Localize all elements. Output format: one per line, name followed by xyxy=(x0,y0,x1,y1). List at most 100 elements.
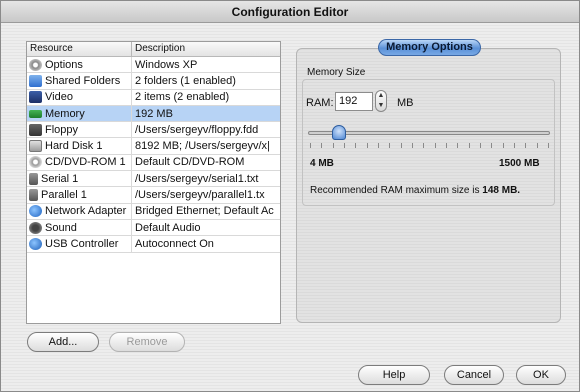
gear-icon xyxy=(29,58,42,71)
slider-tick xyxy=(480,143,481,148)
resource-name: Options xyxy=(45,58,83,71)
table-row[interactable]: Serial 1/Users/sergeyv/serial1.txt xyxy=(27,171,280,188)
slider-min-label: 4 MB xyxy=(310,158,334,169)
slider-tick xyxy=(423,143,425,148)
remove-button[interactable]: Remove xyxy=(109,332,185,352)
memory-size-title: Memory Size xyxy=(307,67,366,78)
stepper-up-icon[interactable]: ▲ xyxy=(376,91,386,101)
video-icon xyxy=(29,91,42,104)
resource-name: Serial 1 xyxy=(41,172,79,185)
table-row[interactable]: Video 2 items (2 enabled) xyxy=(27,89,280,106)
help-button[interactable]: Help xyxy=(358,365,430,385)
column-header-resource[interactable]: Resource xyxy=(27,42,132,56)
resource-cell: Hard Disk 1 xyxy=(27,138,132,154)
resource-name: Floppy xyxy=(45,123,79,136)
recommended-ram-text: Recommended RAM maximum size is 148 MB. xyxy=(310,185,520,196)
ok-button[interactable]: OK xyxy=(516,365,566,385)
resource-name: Sound xyxy=(45,221,77,234)
description-cell: /Users/sergeyv/parallel1.tx xyxy=(135,189,265,202)
recommend-unit: MB. xyxy=(501,185,521,196)
resource-cell: Video xyxy=(27,89,132,105)
memory-slider-thumb[interactable] xyxy=(331,125,346,140)
resource-name: Hard Disk 1 xyxy=(45,140,103,153)
table-row[interactable]: Memory 192 MB xyxy=(27,105,280,123)
resource-name: USB Controller xyxy=(45,237,119,250)
description-cell: Windows XP xyxy=(135,58,198,71)
slider-max-label: 1500 MB xyxy=(499,158,540,169)
table-row[interactable]: Parallel 1/Users/sergeyv/parallel1.tx xyxy=(27,187,280,204)
slider-tick xyxy=(514,143,515,148)
description-cell: Bridged Ethernet; Default Ac xyxy=(135,205,274,218)
resource-cell: Parallel 1 xyxy=(27,187,132,203)
slider-tick xyxy=(355,143,357,148)
shared-folder-icon xyxy=(29,74,42,87)
column-header-description[interactable]: Description xyxy=(132,42,280,56)
table-row[interactable]: Options Windows XP xyxy=(27,57,280,74)
resource-cell: Floppy xyxy=(27,122,132,138)
ram-stepper[interactable]: ▲ ▼ xyxy=(375,90,387,112)
recommend-value: 148 xyxy=(482,185,499,196)
description-cell: Autoconnect On xyxy=(135,237,214,250)
resource-cell: Serial 1 xyxy=(27,171,132,187)
resource-cell: CD/DVD-ROM 1 xyxy=(27,154,132,171)
slider-tick xyxy=(525,143,527,148)
description-cell: 2 folders (1 enabled) xyxy=(135,74,236,87)
sound-icon xyxy=(29,221,42,234)
slider-tick xyxy=(400,143,402,148)
description-cell: 192 MB xyxy=(135,107,173,120)
description-cell: Default Audio xyxy=(135,221,201,234)
description-cell: Default CD/DVD-ROM xyxy=(135,156,245,169)
table-row[interactable]: USB Controller Autoconnect On xyxy=(27,236,280,253)
slider-tick xyxy=(491,143,493,148)
resource-cell: Sound xyxy=(27,219,132,236)
slider-tick xyxy=(321,143,323,148)
table-body: Options Windows XP Shared Folders 2 folders… xyxy=(27,57,280,253)
resource-name: CD/DVD-ROM 1 xyxy=(45,156,126,169)
configuration-editor-window: Configuration Editor Resource Descriptio… xyxy=(0,0,580,392)
description-cell: 2 items (2 enabled) xyxy=(135,91,230,104)
table-row[interactable]: Floppy/Users/sergeyv/floppy.fdd xyxy=(27,122,280,139)
floppy-icon xyxy=(29,123,42,136)
description-cell: /Users/sergeyv/serial1.txt xyxy=(135,172,259,185)
ram-label: RAM: xyxy=(306,97,334,109)
serial-port-icon xyxy=(29,172,38,185)
resource-table: Resource Description Options Windows XP Sh… xyxy=(26,41,281,324)
resource-name: Parallel 1 xyxy=(41,189,87,202)
description-cell: /Users/sergeyv/floppy.fdd xyxy=(135,123,259,136)
resource-name: Video xyxy=(45,91,73,104)
table-row[interactable]: CD/DVD-ROM 1 Default CD/DVD-ROM xyxy=(27,154,280,172)
cancel-button[interactable]: Cancel xyxy=(444,365,504,385)
recommend-prefix: Recommended RAM maximum size is xyxy=(310,185,480,196)
resource-cell: Memory xyxy=(27,105,132,122)
table-row[interactable]: Shared Folders 2 folders (1 enabled) xyxy=(27,73,280,90)
slider-tick xyxy=(344,143,345,148)
slider-tick xyxy=(412,143,413,148)
slider-tick xyxy=(332,143,334,148)
slider-tick xyxy=(366,143,368,148)
window-title: Configuration Editor xyxy=(1,1,579,23)
network-icon xyxy=(29,205,42,218)
resource-cell: Network Adapter xyxy=(27,203,132,219)
slider-tick xyxy=(446,143,447,148)
table-header: Resource Description xyxy=(27,42,280,57)
slider-tick xyxy=(502,143,504,148)
slider-tick xyxy=(536,143,538,148)
add-button[interactable]: Add... xyxy=(27,332,99,352)
table-row[interactable]: Network Adapter Bridged Ethernet; Default… xyxy=(27,203,280,220)
cd-icon xyxy=(29,156,42,169)
slider-tick xyxy=(468,143,470,148)
hard-disk-icon xyxy=(29,140,42,153)
description-cell: 8192 MB; /Users/sergeyv/x| xyxy=(135,140,270,153)
stepper-down-icon[interactable]: ▼ xyxy=(376,101,386,111)
slider-tick xyxy=(378,143,379,148)
slider-tick xyxy=(389,143,391,148)
tab-memory-options[interactable]: Memory Options xyxy=(378,39,481,56)
resource-name: Network Adapter xyxy=(45,205,127,218)
table-row[interactable]: Hard Disk 1 8192 MB; /Users/sergeyv/x| xyxy=(27,138,280,155)
usb-icon xyxy=(29,237,42,250)
slider-tick xyxy=(310,143,311,148)
table-row[interactable]: Sound Default Audio xyxy=(27,219,280,237)
resource-cell: USB Controller xyxy=(27,236,132,252)
ram-input[interactable]: 192 xyxy=(335,92,373,111)
slider-tick xyxy=(457,143,459,148)
